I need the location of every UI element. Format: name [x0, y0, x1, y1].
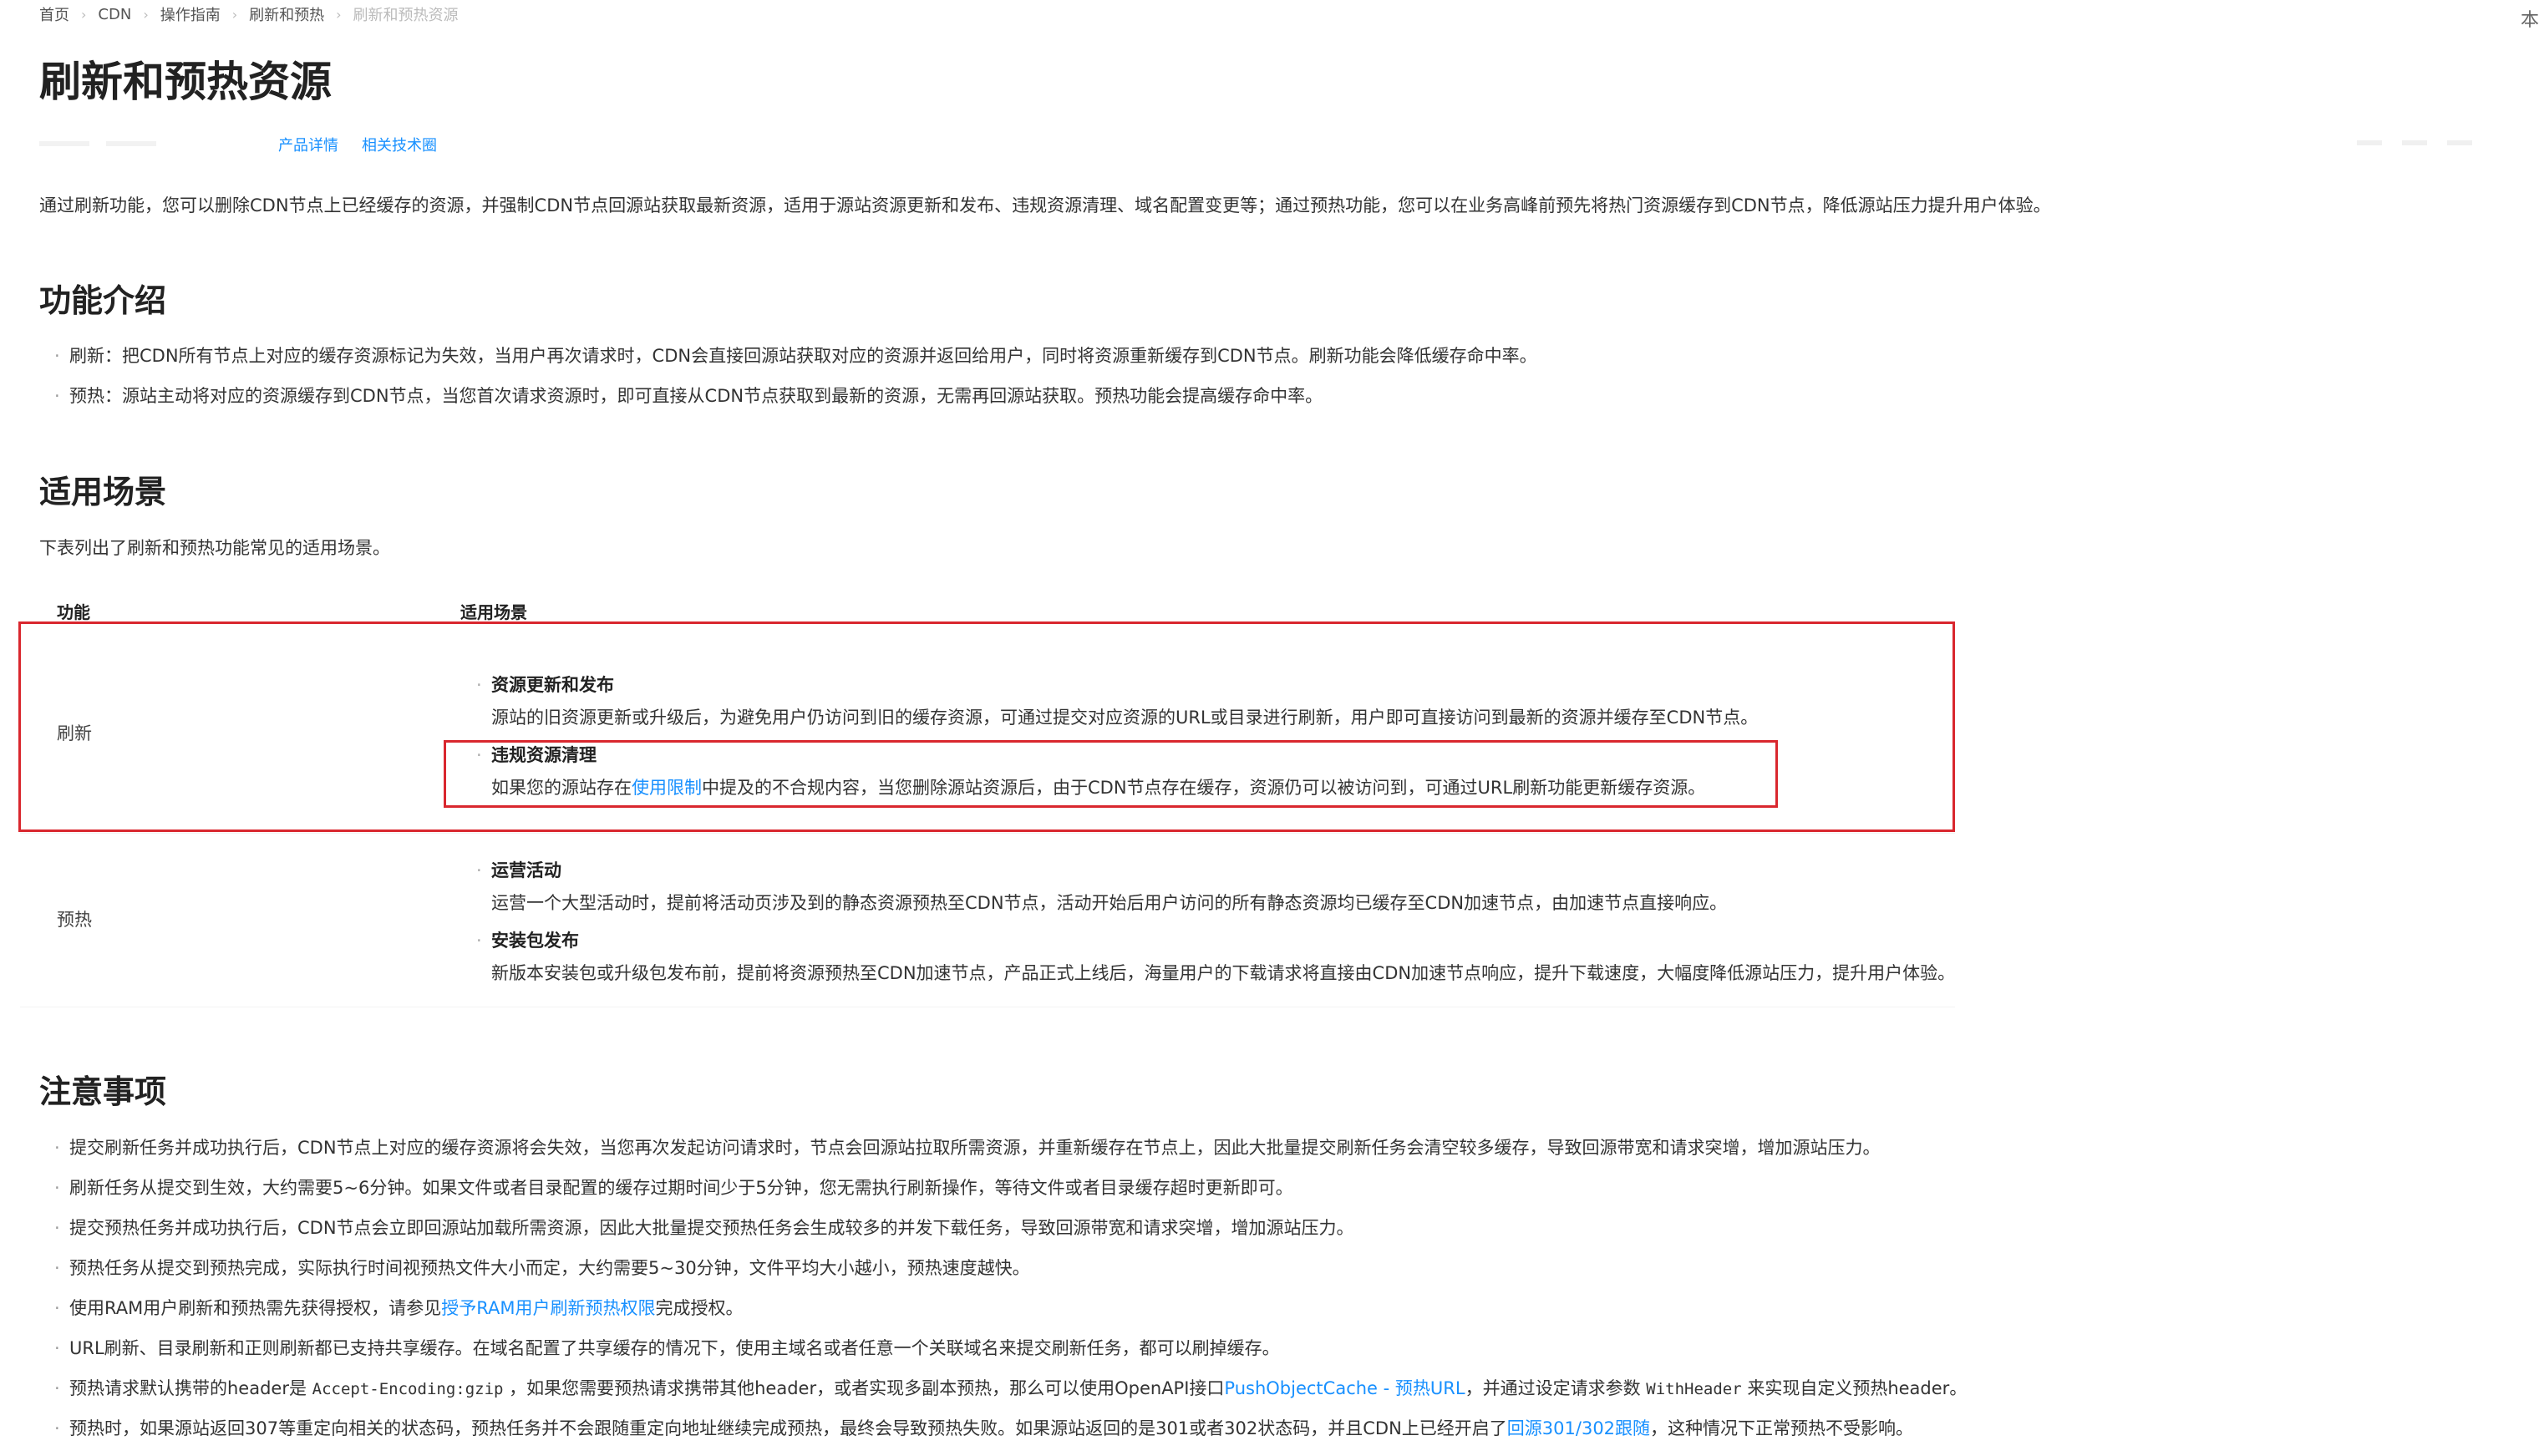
push-object-cache-link[interactable]: PushObjectCache - 预热URL — [1224, 1378, 1465, 1398]
list-item: 提交预热任务并成功执行后，CDN节点会立即回源站加载所需资源，因此大批量提交预热… — [39, 1213, 1967, 1253]
scenario-title: 安装包发布 — [476, 928, 1955, 953]
note-text: 预热时，如果源站返回307等重定向相关的状态码，预热任务并不会跟随重定向地址继续… — [69, 1418, 1507, 1438]
notes-list: 提交刷新任务并成功执行后，CDN节点上对应的缓存资源将会失效，当您再次发起访问请… — [39, 1133, 1967, 1453]
table-header-function: 功能 — [57, 602, 90, 622]
redirect-follow-link[interactable]: 回源301/302跟随 — [1507, 1418, 1650, 1438]
product-details-link[interactable]: 产品详情 — [278, 134, 338, 155]
section-title-notes: 注意事项 — [39, 1073, 167, 1110]
scenario-desc: 新版本安装包或升级包发布前，提前将资源预热至CDN加速节点，产品正式上线后，海量… — [491, 963, 1956, 983]
scenarios-description: 下表列出了刷新和预热功能常见的适用场景。 — [39, 538, 390, 558]
list-item: 刷新：把CDN所有节点上对应的缓存资源标记为失效，当用户再次请求时，CDN会直接… — [39, 341, 1537, 381]
list-item: 提交刷新任务并成功执行后，CDN节点上对应的缓存资源将会失效，当您再次发起访问请… — [39, 1133, 1967, 1173]
breadcrumb-separator: › — [336, 6, 342, 23]
breadcrumb-home[interactable]: 首页 — [39, 3, 69, 25]
breadcrumb: 首页 › CDN › 操作指南 › 刷新和预热 › 刷新和预热资源 — [39, 3, 459, 25]
page-title: 刷新和预热资源 — [39, 58, 332, 106]
list-item: 预热请求默认携带的header是 Accept-Encoding:gzip ，如… — [39, 1373, 1967, 1413]
ram-permission-link[interactable]: 授予RAM用户刷新预热权限 — [441, 1298, 655, 1318]
breadcrumb-separator: › — [231, 6, 238, 23]
tech-circle-link[interactable]: 相关技术圈 — [362, 134, 437, 155]
faded-meta-placeholder — [39, 134, 206, 152]
list-item: 刷新任务从提交到生效，大约需要5~6分钟。如果文件或者目录配置的缓存过期时间少于… — [39, 1173, 1967, 1213]
note-text: ，并通过设定请求参数 — [1465, 1378, 1647, 1398]
breadcrumb-guide[interactable]: 操作指南 — [160, 3, 221, 25]
note-text: 来实现自定义预热header。 — [1741, 1378, 1968, 1398]
annotation-box-violation-cleanup — [444, 740, 1778, 808]
scenario-item-package-release: 安装包发布 新版本安装包或升级包发布前，提前将资源预热至CDN加速节点，产品正式… — [476, 928, 1955, 987]
list-item: 预热任务从提交到预热完成，实际执行时间视预热文件大小而定，大约需要5~30分钟，… — [39, 1253, 1967, 1293]
inline-code: Accept-Encoding:gzip — [312, 1380, 504, 1398]
list-item: 预热：源站主动将对应的资源缓存到CDN节点，当您首次请求资源时，即可直接从CDN… — [39, 381, 1537, 421]
table-header-scenario: 适用场景 — [460, 602, 527, 622]
breadcrumb-current: 刷新和预热资源 — [353, 7, 459, 24]
scenario-item-campaign: 运营活动 运营一个大型活动时，提前将活动页涉及到的静态资源预热至CDN节点，活动… — [476, 858, 1727, 916]
note-text: 完成授权。 — [655, 1298, 744, 1318]
list-item: 预热时，如果源站返回307等重定向相关的状态码，预热任务并不会跟随重定向地址继续… — [39, 1413, 1967, 1453]
breadcrumb-separator: › — [81, 6, 87, 23]
breadcrumb-separator: › — [143, 6, 149, 23]
note-text: ，这种情况下正常预热不受影响。 — [1650, 1418, 1914, 1438]
note-text: 使用RAM用户刷新和预热需先获得授权，请参见 — [69, 1298, 442, 1318]
meta-links: 产品详情 相关技术圈 — [278, 134, 437, 155]
breadcrumb-cdn[interactable]: CDN — [98, 6, 131, 23]
note-text: ，如果您需要预热请求携带其他header，或者实现多副本预热，那么可以使用Ope… — [503, 1378, 1225, 1398]
scenario-title: 运营活动 — [476, 858, 1727, 883]
section-title-function: 功能介绍 — [39, 282, 167, 319]
table-row-label-preheat: 预热 — [57, 910, 92, 930]
table-divider — [20, 833, 1955, 834]
section-title-scenarios: 适用场景 — [39, 474, 167, 510]
breadcrumb-refresh-preheat[interactable]: 刷新和预热 — [249, 3, 324, 25]
note-text: 预热请求默认携带的header是 — [69, 1378, 312, 1398]
cutoff-label: 本 — [2520, 10, 2539, 31]
list-item: 使用RAM用户刷新和预热需先获得授权，请参见授予RAM用户刷新预热权限完成授权。 — [39, 1293, 1967, 1333]
scenario-desc: 运营一个大型活动时，提前将活动页涉及到的静态资源预热至CDN节点，活动开始后用户… — [491, 893, 1728, 913]
function-list: 刷新：把CDN所有节点上对应的缓存资源标记为失效，当用户再次请求时，CDN会直接… — [39, 341, 1537, 421]
list-item: URL刷新、目录刷新和正则刷新都已支持共享缓存。在域名配置了共享缓存的情况下，使… — [39, 1333, 1967, 1373]
intro-paragraph: 通过刷新功能，您可以删除CDN节点上已经缓存的资源，并强制CDN节点回源站获取最… — [39, 195, 2051, 216]
faded-toolbar-placeholder — [2357, 134, 2472, 145]
inline-code: WithHeader — [1646, 1380, 1742, 1398]
